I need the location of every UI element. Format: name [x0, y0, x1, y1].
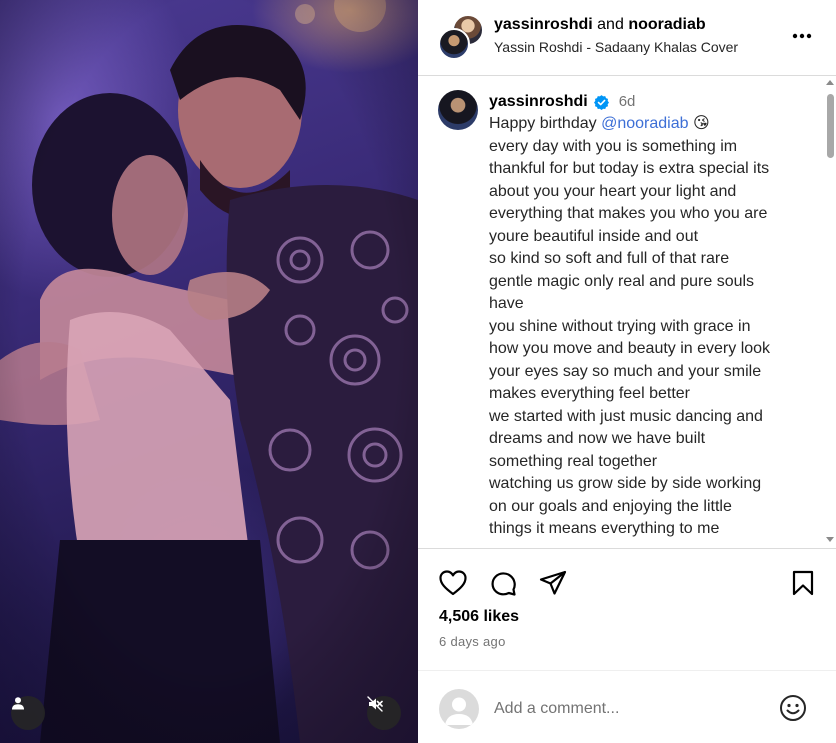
comment-button[interactable] — [488, 568, 518, 598]
caption-line: everything that makes you who you are — [489, 205, 768, 222]
save-button[interactable] — [788, 568, 818, 598]
caption-line: watching us grow side by side working — [489, 475, 762, 492]
kiss-emoji: 😘 — [692, 115, 710, 132]
likes-count[interactable]: 4,506 likes — [439, 608, 519, 626]
caption-line: something real together — [489, 452, 658, 470]
caption-line: have — [489, 295, 524, 312]
caption-line: gentle magic only real and pure souls — [489, 272, 755, 290]
caption-line: how you move and beauty in every look — [489, 340, 771, 357]
comments-scrollbar[interactable] — [824, 77, 836, 547]
heart-icon — [439, 570, 467, 596]
caption-timestamp[interactable]: 6d — [619, 91, 636, 114]
emoji-picker-button[interactable] — [778, 693, 808, 723]
caption-line: dreams and now we have built — [489, 430, 706, 447]
audio-link[interactable]: Yassin Roshdi - Sadaany Khalas Cover — [494, 39, 738, 55]
post-media[interactable] — [0, 0, 418, 743]
mention-link[interactable]: @nooradiab — [601, 115, 688, 132]
like-button[interactable] — [438, 568, 468, 598]
divider — [418, 548, 836, 549]
collab-avatars[interactable] — [438, 14, 484, 60]
share-button[interactable] — [538, 568, 568, 598]
author-username-link[interactable]: yassinroshdi — [494, 16, 593, 33]
avatar[interactable] — [438, 90, 478, 130]
caption-first-line: Happy birthday @nooradiab 😘 — [489, 113, 819, 136]
share-icon — [539, 570, 567, 595]
collab-joiner: and — [597, 16, 624, 33]
comments-scroll-area[interactable]: yassinroshdi 6d Happy birthday @nooradia… — [418, 77, 836, 547]
verified-badge-icon — [593, 94, 609, 110]
mute-toggle-button[interactable] — [367, 696, 401, 730]
caption-line: about you your heart your light and — [489, 182, 737, 200]
caption-line: thankful for but today is extra special … — [489, 160, 770, 177]
caption-line: you shine without trying with grace in — [489, 317, 751, 335]
caption: yassinroshdi 6d Happy birthday @nooradia… — [489, 91, 819, 541]
action-bar — [418, 560, 836, 604]
post-details-panel: yassinroshdi and nooradiab Yassin Roshdi… — [418, 0, 836, 743]
more-options-button[interactable] — [790, 24, 814, 48]
avatar[interactable] — [438, 28, 470, 60]
collab-title: yassinroshdi and nooradiab — [494, 16, 706, 34]
user-tag-icon — [12, 697, 24, 710]
caption-username-link[interactable]: yassinroshdi — [489, 91, 588, 114]
scroll-down-arrow-icon[interactable] — [826, 537, 834, 542]
muted-speaker-icon — [367, 696, 383, 712]
caption-line: every day with you is something im — [489, 137, 738, 155]
scroll-up-arrow-icon[interactable] — [826, 80, 834, 85]
more-horizontal-icon — [792, 33, 812, 39]
caption-line: makes everything feel better — [489, 385, 690, 402]
bookmark-icon — [792, 570, 814, 596]
avatar — [439, 689, 479, 729]
caption-header: yassinroshdi 6d — [489, 91, 819, 113]
add-comment-input[interactable] — [494, 697, 764, 721]
caption-greeting: Happy birthday — [489, 115, 597, 132]
caption-line: so kind so soft and full of that rare — [489, 250, 730, 267]
collaborator-username-link[interactable]: nooradiab — [628, 16, 705, 33]
caption-line: we started with just music dancing and — [489, 407, 763, 425]
caption-line: on our goals and enjoying the little — [489, 497, 732, 515]
caption-line: things it means everything to me — [489, 520, 720, 537]
scrollbar-thumb[interactable] — [827, 94, 834, 158]
default-user-icon — [445, 697, 473, 725]
divider — [418, 670, 836, 671]
video-frame — [0, 0, 418, 743]
post-date[interactable]: 6 days ago — [439, 634, 506, 649]
tagged-users-button[interactable] — [11, 696, 45, 730]
comment-icon — [491, 572, 516, 596]
emoji-icon — [780, 695, 806, 721]
post-header: yassinroshdi and nooradiab Yassin Roshdi… — [418, 0, 836, 76]
caption-line: your eyes say so much and your smile — [489, 362, 762, 380]
caption-line: youre beautiful inside and out — [489, 227, 699, 245]
caption-text: every day with you is something im thankf… — [489, 136, 819, 541]
